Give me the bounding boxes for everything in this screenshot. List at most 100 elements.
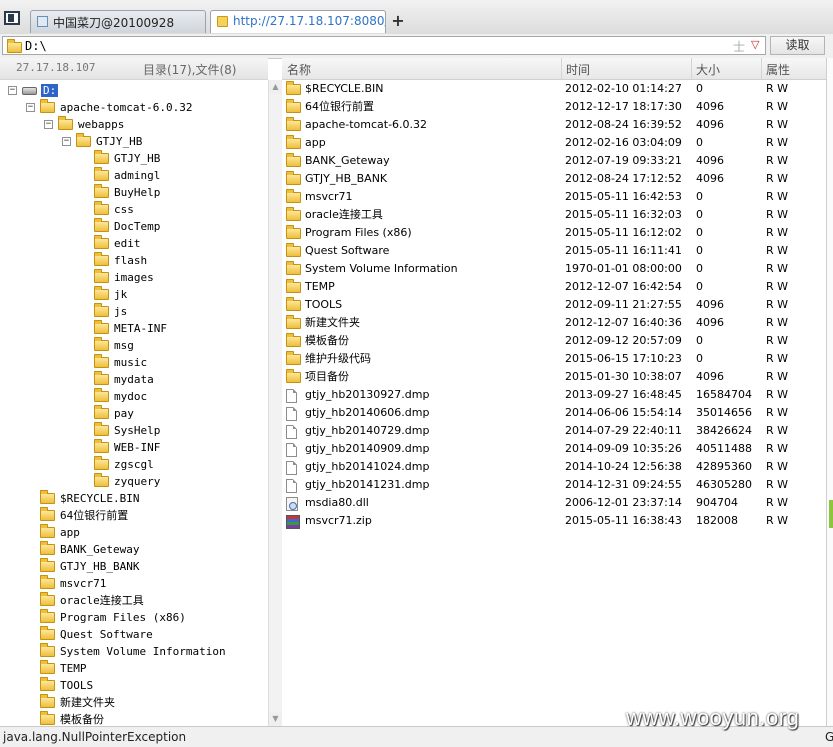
column-time[interactable]: 时间 — [566, 61, 590, 78]
tree-item-label: mydoc — [114, 390, 148, 403]
tree-item[interactable]: apache-tomcat-6.0.32 — [40, 98, 192, 116]
tree-item[interactable]: app — [40, 523, 80, 541]
tree-item[interactable]: js — [94, 302, 127, 320]
collapse-toggle-icon[interactable]: − — [8, 86, 17, 95]
file-time: 2012-02-10 01:14:27 — [565, 82, 682, 95]
scroll-up-icon[interactable]: ▲ — [269, 80, 282, 94]
tree-item-label: TEMP — [60, 662, 87, 675]
tree-item[interactable]: oracle连接工具 — [40, 591, 144, 609]
path-input[interactable] — [25, 38, 725, 53]
tree-item[interactable]: 模板备份 — [40, 710, 104, 726]
new-tab-button[interactable]: + — [390, 12, 406, 30]
file-row[interactable]: app 2012-02-16 03:04:09 0 R W — [282, 134, 826, 152]
scroll-down-icon[interactable]: ▼ — [269, 712, 282, 726]
file-row[interactable]: gtjy_hb20140606.dmp 2014-06-06 15:54:14 35… — [282, 404, 826, 422]
tree-item[interactable]: Program Files (x86) — [40, 608, 186, 626]
tree-item[interactable]: SysHelp — [94, 421, 160, 439]
tree-item[interactable]: msvcr71 — [40, 574, 106, 592]
tree-item-label: jk — [114, 288, 128, 301]
file-row[interactable]: gtjy_hb20140729.dmp 2014-07-29 22:40:11 38… — [282, 422, 826, 440]
file-size: 4096 — [696, 154, 724, 167]
tree-item[interactable]: GTJY_HB — [94, 149, 160, 167]
tree-item[interactable]: BuyHelp — [94, 183, 160, 201]
tree-item[interactable]: jk — [94, 285, 128, 303]
column-name[interactable]: 名称 — [287, 61, 311, 78]
file-row[interactable]: apache-tomcat-6.0.32 2012-08-24 16:39:52 4… — [282, 116, 826, 134]
file-row[interactable]: BANK_Geteway 2012-07-19 09:33:21 4096 R W — [282, 152, 826, 170]
file-attr: R W — [766, 352, 789, 365]
file-row[interactable]: oracle连接工具 2015-05-11 16:32:03 0 R W — [282, 206, 826, 224]
tree-item[interactable]: BANK_Geteway — [40, 540, 139, 558]
tree-item[interactable]: zyquery — [94, 472, 160, 490]
tree-item[interactable]: META-INF — [94, 319, 167, 337]
read-button[interactable]: 读取 — [770, 36, 825, 55]
file-attr: R W — [766, 118, 789, 131]
collapse-toggle-icon[interactable]: − — [62, 137, 71, 146]
tree-item[interactable]: TEMP — [40, 659, 87, 677]
file-attr: R W — [766, 334, 789, 347]
file-name: oracle连接工具 — [305, 208, 383, 221]
tree-item[interactable]: music — [94, 353, 147, 371]
tree-item[interactable]: GTJY_HB_BANK — [40, 557, 139, 575]
app-window-icon[interactable] — [4, 11, 20, 25]
file-row[interactable]: Program Files (x86) 2015-05-11 16:12:02 0 R… — [282, 224, 826, 242]
tree-item[interactable]: Quest Software — [40, 625, 153, 643]
file-row[interactable]: System Volume Information 1970-01-01 08:0… — [282, 260, 826, 278]
file-row[interactable]: GTJY_HB_BANK 2012-08-24 17:12:52 4096 R W — [282, 170, 826, 188]
file-row[interactable]: TOOLS 2012-09-11 21:27:55 4096 R W — [282, 296, 826, 314]
tree-item[interactable]: GTJY_HB — [76, 132, 142, 150]
folder-icon — [40, 591, 55, 606]
file-name: gtjy_hb20141231.dmp — [305, 478, 430, 491]
tree-item[interactable]: flash — [94, 251, 147, 269]
file-attr: R W — [766, 388, 789, 401]
file-row[interactable]: Quest Software 2015-05-11 16:11:41 0 R W — [282, 242, 826, 260]
file-row[interactable]: 模板备份 2012-09-12 20:57:09 0 R W — [282, 332, 826, 350]
collapse-toggle-icon[interactable]: − — [26, 103, 35, 112]
tree-item[interactable]: System Volume Information — [40, 642, 226, 660]
tree-item[interactable]: D: — [22, 82, 59, 99]
zip-archive-icon — [286, 515, 300, 529]
tree-item[interactable]: webapps — [58, 115, 124, 133]
tree-item[interactable]: zgscgl — [94, 455, 154, 473]
tree-item[interactable]: WEB-INF — [94, 438, 160, 456]
file-row[interactable]: msdia80.dll 2006-12-01 23:37:14 904704 R W — [282, 494, 826, 512]
tree-item[interactable]: msg — [94, 336, 134, 354]
tree-item[interactable]: mydoc — [94, 387, 148, 405]
tree-item[interactable]: 新建文件夹 — [40, 693, 115, 711]
tree-item[interactable]: admingl — [94, 166, 160, 184]
tree-item[interactable]: mydata — [94, 370, 154, 388]
file-row[interactable]: 项目备份 2015-01-30 10:38:07 4096 R W — [282, 368, 826, 386]
file-row[interactable]: msvcr71 2015-05-11 16:42:53 0 R W — [282, 188, 826, 206]
file-row[interactable]: 64位银行前置 2012-12-17 18:17:30 4096 R W — [282, 98, 826, 116]
file-row[interactable]: $RECYCLE.BIN 2012-02-10 01:14:27 0 R W — [282, 80, 826, 98]
tree-item[interactable]: edit — [94, 234, 141, 252]
file-row[interactable]: 新建文件夹 2012-12-07 16:40:36 4096 R W — [282, 314, 826, 332]
file-row[interactable]: gtjy_hb20141231.dmp 2014-12-31 09:24:55 46… — [282, 476, 826, 494]
folder-icon — [40, 659, 55, 674]
tree-item[interactable]: images — [94, 268, 154, 286]
tree-scrollbar[interactable]: ▲ ▼ — [268, 80, 282, 726]
file-row[interactable]: TEMP 2012-12-07 16:42:54 0 R W — [282, 278, 826, 296]
file-row[interactable]: 维护升级代码 2015-06-15 17:10:23 0 R W — [282, 350, 826, 368]
tree-item[interactable]: 64位银行前置 — [40, 506, 128, 524]
chevron-down-icon[interactable]: ▽ — [751, 38, 759, 51]
file-row[interactable]: gtjy_hb20141024.dmp 2014-10-24 12:56:38 42… — [282, 458, 826, 476]
file-name: msvcr71 — [305, 190, 353, 203]
tree-item[interactable]: TOOLS — [40, 676, 93, 694]
tab-file-manager[interactable]: http://27.17.18.107:8080/GT... — [210, 10, 386, 33]
tree-item[interactable]: pay — [94, 404, 134, 422]
file-row[interactable]: gtjy_hb20140909.dmp 2014-09-09 10:35:26 40… — [282, 440, 826, 458]
watermark: www.wooyun.org — [626, 705, 800, 730]
folder-icon — [94, 370, 109, 385]
tree-item[interactable]: DocTemp — [94, 217, 160, 235]
column-attr[interactable]: 属性 — [766, 61, 790, 78]
file-row[interactable]: gtjy_hb20130927.dmp 2013-09-27 16:48:45 16… — [282, 386, 826, 404]
file-icon — [286, 479, 297, 493]
file-row[interactable]: msvcr71.zip 2015-05-11 16:38:43 182008 R W — [282, 512, 826, 530]
tab-caidao[interactable]: 中国菜刀@20100928 — [30, 10, 206, 33]
collapse-toggle-icon[interactable]: − — [44, 120, 53, 129]
file-attr: R W — [766, 154, 789, 167]
tree-item[interactable]: $RECYCLE.BIN — [40, 489, 139, 507]
column-size[interactable]: 大小 — [696, 61, 720, 78]
tree-item[interactable]: css — [94, 200, 134, 218]
